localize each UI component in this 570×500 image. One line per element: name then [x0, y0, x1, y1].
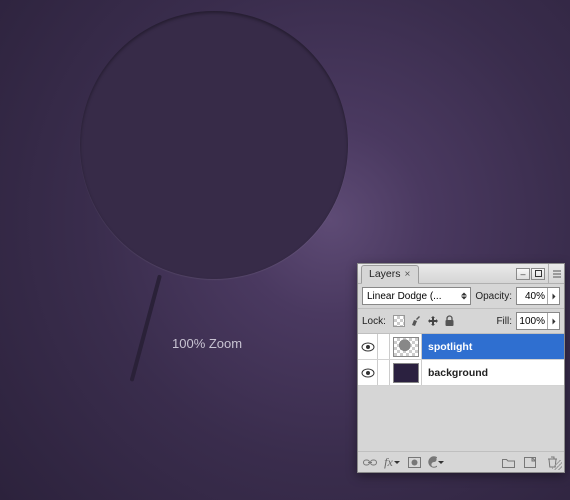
- layer-row[interactable]: spotlight: [358, 334, 564, 360]
- lock-label: Lock:: [362, 316, 386, 327]
- blend-opacity-row: Linear Dodge (... Opacity:: [358, 284, 564, 309]
- tab-close-icon[interactable]: ×: [405, 269, 411, 280]
- fill-input[interactable]: [516, 312, 560, 330]
- link-icon: [363, 458, 377, 467]
- panel-titlebar[interactable]: Layers × –: [358, 264, 564, 284]
- transparency-icon: [393, 315, 405, 327]
- opacity-input[interactable]: [516, 287, 560, 305]
- layer-row[interactable]: background: [358, 360, 564, 386]
- mask-icon: [408, 457, 421, 468]
- maximize-button[interactable]: [531, 268, 545, 280]
- spotlight-shape: [80, 11, 348, 279]
- layer-list: spotlight background: [358, 334, 564, 386]
- layer-mask-button[interactable]: [406, 457, 422, 468]
- zoom-indicator: 100% Zoom: [172, 336, 242, 351]
- lock-transparency-button[interactable]: [392, 314, 406, 328]
- new-layer-button[interactable]: [522, 456, 538, 468]
- lock-icon: [444, 315, 455, 327]
- resize-grip[interactable]: [552, 460, 562, 470]
- layer-name[interactable]: background: [422, 360, 564, 385]
- eye-icon: [361, 342, 375, 352]
- layer-style-button[interactable]: fx: [384, 455, 400, 470]
- layer-name[interactable]: spotlight: [422, 334, 564, 359]
- link-cell[interactable]: [378, 334, 390, 359]
- brush-icon: [410, 315, 422, 327]
- thumbnail-icon: [393, 337, 419, 357]
- layer-list-empty[interactable]: [358, 386, 564, 452]
- lock-pixels-button[interactable]: [409, 314, 423, 328]
- adjustment-layer-button[interactable]: [428, 456, 444, 468]
- visibility-toggle[interactable]: [358, 334, 378, 359]
- spotlight-handle: [130, 274, 162, 381]
- new-group-button[interactable]: [500, 456, 516, 468]
- layer-thumbnail[interactable]: [390, 334, 422, 359]
- visibility-toggle[interactable]: [358, 360, 378, 385]
- eye-icon: [361, 368, 375, 378]
- select-arrow-icon: [461, 293, 467, 300]
- opacity-field[interactable]: [517, 291, 547, 302]
- new-page-icon: [524, 457, 536, 468]
- lock-fill-row: Lock: Fill:: [358, 309, 564, 334]
- opacity-label: Opacity:: [475, 291, 512, 302]
- layers-panel: Layers × – Linear Dodge (... Opacity: Lo…: [357, 263, 565, 473]
- tab-layers[interactable]: Layers ×: [361, 265, 419, 284]
- blend-mode-select[interactable]: Linear Dodge (...: [362, 287, 471, 305]
- minimize-button[interactable]: –: [516, 268, 530, 280]
- dropdown-arrow: [438, 461, 444, 464]
- fill-label: Fill:: [496, 316, 512, 327]
- link-cell[interactable]: [378, 360, 390, 385]
- lock-all-button[interactable]: [443, 314, 457, 328]
- dropdown-arrow: [394, 461, 400, 464]
- thumbnail-icon: [393, 363, 419, 383]
- blend-mode-value: Linear Dodge (...: [367, 291, 442, 302]
- fx-icon: fx: [384, 455, 393, 470]
- move-icon: [427, 315, 439, 327]
- panel-menu-button[interactable]: [548, 264, 564, 283]
- yinyang-icon: [428, 456, 437, 468]
- folder-icon: [502, 457, 515, 468]
- panel-footer: fx: [358, 452, 564, 472]
- layer-thumbnail[interactable]: [390, 360, 422, 385]
- tab-label: Layers: [369, 268, 401, 280]
- link-layers-button[interactable]: [362, 458, 378, 467]
- lock-position-button[interactable]: [426, 314, 440, 328]
- fill-field[interactable]: [517, 316, 547, 327]
- opacity-flyout-icon[interactable]: [547, 288, 559, 304]
- fill-flyout-icon[interactable]: [547, 313, 559, 329]
